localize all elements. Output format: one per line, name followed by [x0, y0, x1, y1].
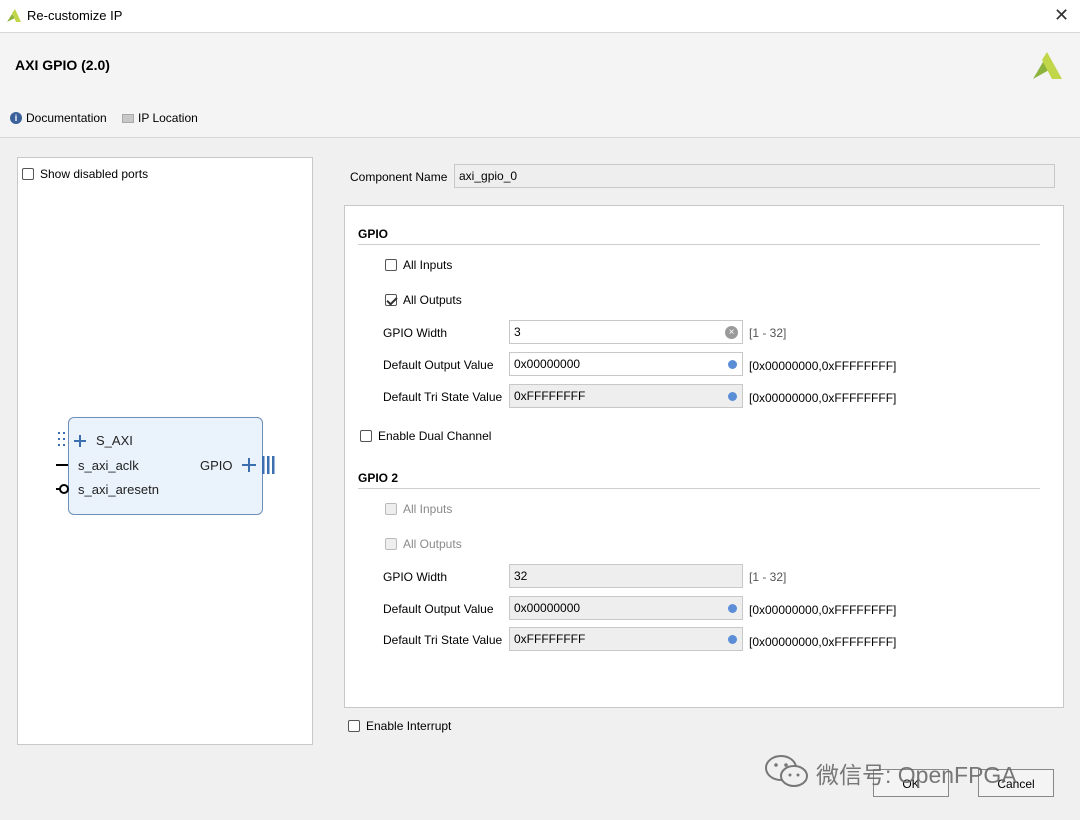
gpio-default-output-range: [0x00000000,0xFFFFFFFF] [749, 359, 897, 373]
gpio-all-inputs-option[interactable]: All Inputs [385, 258, 452, 272]
component-name-input[interactable]: axi_gpio_0 [454, 164, 1055, 188]
port-s-axi-aclk: s_axi_aclk [78, 458, 139, 473]
enable-interrupt-label: Enable Interrupt [366, 719, 452, 733]
info-icon [728, 392, 737, 401]
gpio2-default-tri-input: 0xFFFFFFFF [509, 627, 743, 651]
ip-location-link[interactable]: IP Location [122, 111, 198, 125]
axi-bus-dots-icon [58, 432, 65, 446]
gpio-section-title: GPIO [358, 227, 389, 241]
gpio-width-range: [1 - 32] [749, 326, 787, 340]
gpio2-all-outputs-checkbox [385, 538, 397, 550]
gpio2-width-value: 32 [514, 569, 528, 583]
port-gpio: GPIO [200, 458, 233, 473]
folder-icon [122, 113, 134, 123]
info-icon [728, 360, 737, 369]
gpio-all-outputs-checkbox[interactable] [385, 294, 397, 306]
gpio2-width-label: GPIO Width [383, 570, 448, 584]
xilinx-brand-logo-icon [1033, 52, 1062, 79]
port-s-axi: S_AXI [96, 433, 133, 448]
gpio2-all-outputs-label: All Outputs [403, 537, 462, 551]
xilinx-logo-icon [7, 9, 21, 22]
title-bar [0, 0, 1080, 33]
gpio2-default-output-value: 0x00000000 [514, 601, 581, 615]
enable-dual-channel-label: Enable Dual Channel [378, 429, 492, 443]
gpio-all-outputs-option[interactable]: All Outputs [385, 293, 462, 307]
gpio-default-tri-input[interactable]: 0xFFFFFFFF [509, 384, 743, 408]
show-disabled-ports-label: Show disabled ports [40, 167, 149, 181]
gpio-default-output-value: 0x00000000 [514, 357, 581, 371]
gpio2-width-range: [1 - 32] [749, 570, 787, 584]
gpio-width-label: GPIO Width [383, 326, 448, 340]
gpio-expand-plus-icon[interactable] [242, 458, 256, 472]
enable-interrupt-checkbox[interactable] [348, 720, 360, 732]
gpio2-width-input: 32 [509, 564, 743, 588]
gpio-all-outputs-label: All Outputs [403, 293, 462, 307]
gpio2-default-tri-value: 0xFFFFFFFF [514, 632, 586, 646]
gpio-bus-icon [262, 456, 275, 474]
gpio-default-output-input[interactable]: 0x00000000 [509, 352, 743, 376]
gpio2-all-outputs-option: All Outputs [385, 537, 462, 551]
gpio-default-tri-value: 0xFFFFFFFF [514, 389, 586, 403]
gpio2-all-inputs-checkbox [385, 503, 397, 515]
clear-icon[interactable]: × [725, 326, 738, 339]
gpio2-divider [358, 488, 1040, 489]
gpio2-default-tri-range: [0x00000000,0xFFFFFFFF] [749, 635, 897, 649]
gpio-default-tri-label: Default Tri State Value [383, 390, 503, 404]
show-disabled-ports-checkbox[interactable] [22, 168, 34, 180]
gpio-divider [358, 244, 1040, 245]
gpio2-all-inputs-option: All Inputs [385, 502, 452, 516]
gpio-port-symbols [242, 456, 275, 474]
ip-title: AXI GPIO (2.0) [15, 57, 110, 73]
gpio-all-inputs-checkbox[interactable] [385, 259, 397, 271]
gpio-width-input[interactable]: 3 × [509, 320, 743, 344]
gpio-default-output-label: Default Output Value [383, 358, 494, 372]
reset-pin-bubble-icon [59, 484, 69, 494]
gpio-width-value: 3 [514, 325, 521, 339]
gpio2-section-title: GPIO 2 [358, 471, 399, 485]
close-icon[interactable]: ✕ [1054, 5, 1069, 26]
expand-plus-icon[interactable] [74, 435, 86, 447]
gpio2-default-output-range: [0x00000000,0xFFFFFFFF] [749, 603, 897, 617]
component-name-label: Component Name [350, 170, 448, 184]
watermark-text: 微信号: OpenFPGA [816, 762, 1017, 788]
show-disabled-ports-option[interactable]: Show disabled ports [22, 167, 148, 181]
info-icon [728, 604, 737, 613]
wechat-logo-icon [765, 755, 808, 787]
enable-dual-channel-option[interactable]: Enable Dual Channel [360, 429, 491, 443]
ip-location-label: IP Location [138, 111, 198, 125]
documentation-link[interactable]: i Documentation [10, 111, 107, 125]
window-title: Re-customize IP [27, 8, 123, 23]
gpio2-all-inputs-label: All Inputs [403, 502, 453, 516]
info-icon: i [10, 112, 22, 124]
documentation-label: Documentation [26, 111, 107, 125]
enable-dual-channel-checkbox[interactable] [360, 430, 372, 442]
gpio2-default-output-label: Default Output Value [383, 602, 494, 616]
gpio-all-inputs-label: All Inputs [403, 258, 453, 272]
info-icon [728, 635, 737, 644]
port-s-axi-aresetn: s_axi_aresetn [78, 482, 159, 497]
enable-interrupt-option[interactable]: Enable Interrupt [348, 719, 451, 733]
gpio2-default-tri-label: Default Tri State Value [383, 633, 503, 647]
gpio-default-tri-range: [0x00000000,0xFFFFFFFF] [749, 391, 897, 405]
gpio2-default-output-input: 0x00000000 [509, 596, 743, 620]
